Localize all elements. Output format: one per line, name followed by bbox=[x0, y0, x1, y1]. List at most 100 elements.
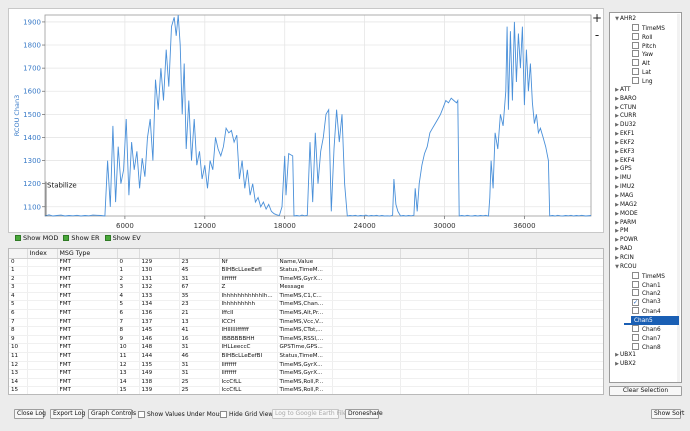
tree-group-rcin[interactable]: ▶RCIN bbox=[614, 254, 634, 263]
tree-field-chan5[interactable]: Chan5 bbox=[624, 315, 679, 325]
table-row[interactable]: 11 FMT 11 144 46 BIHBcLLeEefBI Status,TimeM... bbox=[9, 352, 603, 362]
tree-group-mag2[interactable]: ▶MAG2 bbox=[614, 201, 637, 210]
column-header[interactable] bbox=[468, 249, 537, 259]
show-values-checkbox[interactable]: Show Values Under Mouse bbox=[138, 409, 226, 419]
table-row[interactable]: 5 FMT 5 134 23 Ihhhhhhhhh TimeMS,Chan... bbox=[9, 300, 603, 311]
tree-group-ekf4[interactable]: ▶EKF4 bbox=[614, 157, 634, 166]
log-to-google-earth-button[interactable]: Log to Google Earth File bbox=[272, 409, 347, 419]
column-header[interactable] bbox=[332, 249, 401, 259]
tree-group-ubx2[interactable]: ▶UBX2 bbox=[614, 360, 636, 369]
tree-group-parm[interactable]: ▶PARM bbox=[614, 219, 636, 228]
tree-group-rcou[interactable]: ▼RCOU bbox=[614, 263, 637, 272]
tree-group-ctun[interactable]: ▶CTUN bbox=[614, 104, 636, 113]
tree-group-ahr2[interactable]: ▼AHR2 bbox=[614, 15, 636, 24]
table-row[interactable]: 2 FMT 2 131 31 IIffffff TimeMS,GyrX... bbox=[9, 275, 603, 285]
checkbox-icon[interactable] bbox=[632, 68, 639, 76]
tree-field-chan3[interactable]: ✓ Chan3 bbox=[632, 298, 661, 307]
tree-field-chan7[interactable]: Chan7 bbox=[632, 333, 661, 343]
column-header[interactable] bbox=[139, 249, 180, 259]
tree-field-chan6[interactable]: Chan6 bbox=[632, 324, 661, 334]
table-row[interactable]: 13 FMT 13 149 31 IIffffff TimeMS,GyrX... bbox=[9, 369, 603, 379]
tree-group-powr[interactable]: ▶POWR bbox=[614, 236, 638, 245]
checkbox-icon[interactable] bbox=[632, 280, 639, 288]
tree-group-mag[interactable]: ▶MAG bbox=[614, 192, 633, 201]
checkbox-icon[interactable] bbox=[624, 315, 631, 323]
column-header[interactable] bbox=[9, 249, 28, 259]
checkbox-icon[interactable] bbox=[632, 333, 639, 341]
show-mod-toggle[interactable]: Show MOD bbox=[15, 234, 58, 242]
column-header[interactable]: Index bbox=[27, 249, 58, 259]
table-row[interactable]: 8 FMT 8 145 41 IHIIIIIIffffff TimeMS,CTot,... bbox=[9, 326, 603, 336]
tree-group-curr[interactable]: ▶CURR bbox=[614, 112, 636, 121]
checkbox-icon[interactable] bbox=[632, 32, 639, 40]
column-header[interactable] bbox=[277, 249, 333, 259]
tree-field-yaw[interactable]: Yaw bbox=[632, 50, 653, 59]
column-header[interactable] bbox=[536, 249, 603, 259]
checkbox-icon[interactable] bbox=[632, 59, 639, 67]
table-row[interactable]: 0 FMT 0 129 23 Nf Name,Value bbox=[9, 258, 603, 268]
checkbox-icon[interactable] bbox=[632, 289, 639, 297]
hide-grid-checkbox[interactable]: Hide Grid View bbox=[220, 409, 273, 419]
tree-group-mode[interactable]: ▶MODE bbox=[614, 210, 638, 219]
tree-group-att[interactable]: ▶ATT bbox=[614, 86, 630, 95]
checkbox-icon[interactable] bbox=[632, 77, 639, 84]
column-header[interactable] bbox=[400, 249, 469, 259]
tree-field-timems[interactable]: TimeMS bbox=[632, 271, 665, 281]
tree-field-roll[interactable]: Roll bbox=[632, 32, 653, 42]
droneshare-button[interactable]: Droneshare bbox=[345, 409, 383, 419]
tree-group-imu[interactable]: ▶IMU bbox=[614, 174, 631, 183]
table-row[interactable]: 4 FMT 4 133 35 IhhhhhhhhhhhIh... TimeMS,C1,C..… bbox=[9, 292, 603, 302]
show-ev-toggle[interactable]: Show EV bbox=[104, 234, 141, 242]
log-table-panel[interactable]: Index MSG Type 0 FMT 0 129 23 Nf Name,Value 1 FMT… bbox=[8, 248, 604, 395]
table-row[interactable]: 12 FMT 12 135 31 IIffffff TimeMS,GyrX... bbox=[9, 361, 603, 371]
checkbox-icon[interactable] bbox=[632, 324, 639, 332]
checkbox-icon[interactable] bbox=[220, 410, 227, 418]
tree-field-lng[interactable]: Lng bbox=[632, 77, 653, 86]
tree-group-gps[interactable]: ▶GPS bbox=[614, 165, 632, 174]
log-table[interactable]: Index MSG Type 0 FMT 0 129 23 Nf Name,Value 1 FMT… bbox=[9, 249, 603, 394]
column-header[interactable] bbox=[117, 249, 140, 259]
column-header[interactable]: MSG Type bbox=[57, 249, 118, 259]
show-er-toggle[interactable]: Show ER bbox=[63, 234, 100, 242]
checkbox-icon[interactable] bbox=[632, 41, 639, 49]
zoom-in-button[interactable]: + bbox=[591, 12, 603, 24]
field-tree[interactable]: ▼AHR2 TimeMS Roll Pitch Yaw Alt Lat Lng ▶ATT ▶BAR… bbox=[609, 12, 682, 383]
column-header[interactable] bbox=[179, 249, 220, 259]
table-row[interactable]: 9 FMT 9 146 16 IBBBBBBHH TimeMS,RSSI,... bbox=[9, 335, 603, 345]
checkbox-icon[interactable]: ✓ bbox=[632, 299, 639, 307]
table-row[interactable]: 14 FMT 14 138 25 IccCfLL TimeMS,Roll,P... bbox=[9, 378, 603, 388]
show-sort-button[interactable]: Show Sort bbox=[651, 409, 684, 419]
checkbox-icon[interactable] bbox=[632, 307, 639, 315]
tree-field-chan2[interactable]: Chan2 bbox=[632, 289, 661, 298]
tree-group-rad[interactable]: ▶RAD bbox=[614, 245, 632, 254]
tree-group-du32[interactable]: ▶DU32 bbox=[614, 121, 636, 130]
column-header[interactable] bbox=[219, 249, 278, 259]
tree-field-chan4[interactable]: Chan4 bbox=[632, 307, 661, 316]
tree-group-pm[interactable]: ▶PM bbox=[614, 227, 628, 236]
clear-selection-button[interactable]: Clear Selection bbox=[609, 386, 682, 396]
close-log-button[interactable]: Close Log bbox=[14, 409, 46, 419]
table-row[interactable]: 1 FMT 1 130 45 BIHBcLLeeEefI Status,TimeM... bbox=[9, 266, 603, 276]
zoom-out-button[interactable]: - bbox=[591, 29, 603, 41]
checkbox-icon[interactable] bbox=[632, 271, 639, 279]
checkbox-icon[interactable] bbox=[632, 50, 639, 58]
tree-field-lat[interactable]: Lat bbox=[632, 68, 651, 77]
checkbox-icon[interactable] bbox=[632, 342, 639, 350]
table-row[interactable]: 10 FMT 10 148 31 IHLLeeccC GPSTime,GPS... bbox=[9, 343, 603, 354]
tree-field-alt[interactable]: Alt bbox=[632, 59, 650, 68]
checkbox-icon[interactable] bbox=[138, 410, 145, 418]
table-row[interactable]: 7 FMT 7 137 13 ICCH TimeMS,Vcc,V... bbox=[9, 318, 603, 328]
table-row[interactable]: 3 FMT 3 132 67 Z Message bbox=[9, 283, 603, 293]
export-log-button[interactable]: Export Log bbox=[50, 409, 85, 419]
tree-group-ubx1[interactable]: ▶UBX1 bbox=[614, 351, 636, 360]
tree-scrollbar[interactable] bbox=[677, 14, 680, 382]
table-row[interactable]: 6 FMT 6 136 21 IffcII TimeMS,Alt,Pr... bbox=[9, 309, 603, 319]
tree-group-ekf2[interactable]: ▶EKF2 bbox=[614, 139, 634, 148]
tree-group-imu2[interactable]: ▶IMU2 bbox=[614, 183, 635, 192]
tree-group-ekf1[interactable]: ▶EKF1 bbox=[614, 130, 634, 139]
tree-group-baro[interactable]: ▶BARO bbox=[614, 95, 636, 104]
table-row[interactable]: 15 FMT 15 139 25 IccCfLL TimeMS,Roll,P... bbox=[9, 386, 603, 394]
tree-field-timems[interactable]: TimeMS bbox=[632, 23, 665, 33]
tree-group-ekf3[interactable]: ▶EKF3 bbox=[614, 148, 634, 157]
tree-field-chan8[interactable]: Chan8 bbox=[632, 342, 661, 352]
